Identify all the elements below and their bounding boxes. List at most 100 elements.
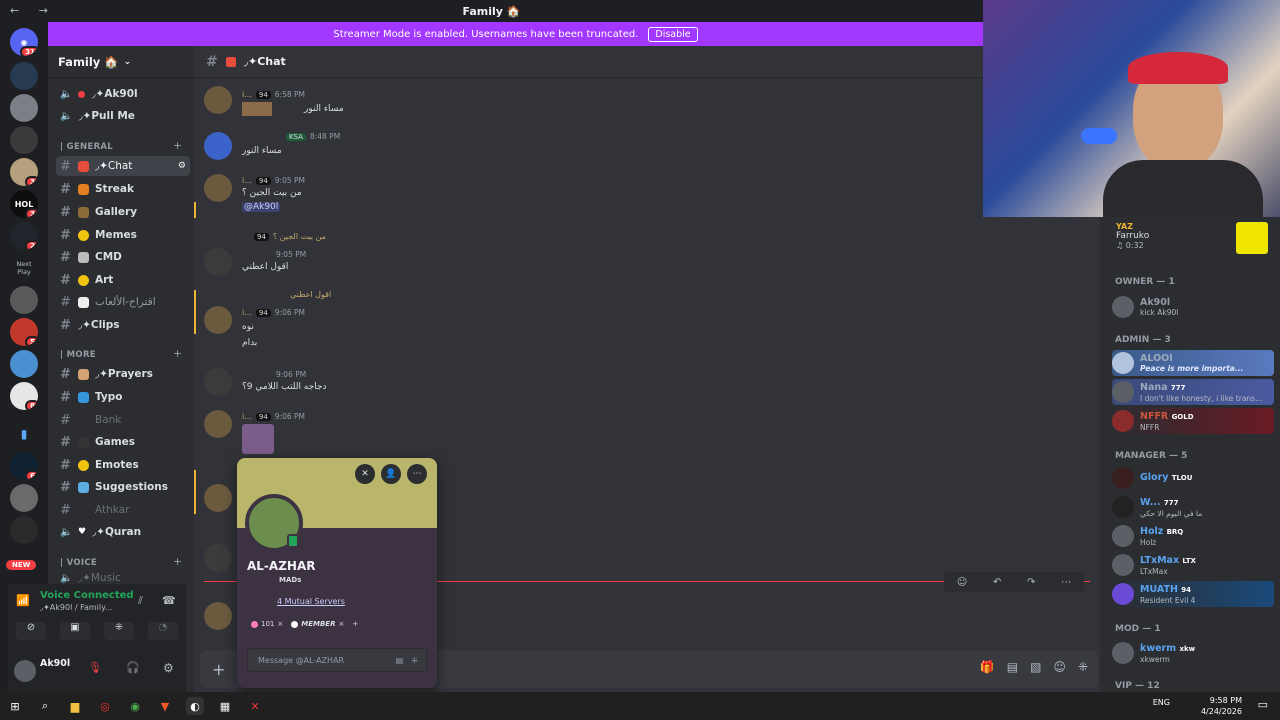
user-mention[interactable]: @Ak90l [242,202,281,212]
discord-taskbar-icon[interactable]: ◐ [186,697,204,715]
add-channel-icon[interactable]: + [173,347,182,360]
server-icon-next-play[interactable]: Next Play [10,254,38,282]
member-item[interactable]: Glory TLOU [1112,465,1274,491]
server-icon[interactable]: HOL 3 [10,190,38,218]
channel-art[interactable]: # Art [56,270,190,290]
more-icon[interactable]: ⋯ [1061,577,1071,588]
server-icon[interactable] [10,484,38,512]
avatar[interactable] [204,368,232,396]
channel-game-suggestions[interactable]: # اقتراح-الألعاب [56,292,190,312]
voice-channel-item[interactable]: 🔈 ◞✦Ak90l [56,84,190,104]
server-icon[interactable] [10,126,38,154]
member-item[interactable]: Ak90l kick Ak90l [1112,294,1274,320]
nav-arrows[interactable]: ← → [10,4,56,17]
apps-icon[interactable]: ⁜ [1078,660,1088,674]
gif-icon[interactable]: ▤ [396,656,404,665]
disable-button[interactable]: Disable [648,26,698,42]
emoji-icon[interactable]: ⁜ [411,656,418,665]
gear-icon[interactable]: ⚙ [163,661,174,675]
server-icon[interactable]: 5 [10,318,38,346]
sticker-image[interactable] [242,102,272,116]
avatar[interactable] [204,410,232,438]
add-friend-icon[interactable]: 👤 [381,464,401,484]
voice-channel-item[interactable]: 🔈 ◞✦Pull Me [56,106,190,126]
avatar[interactable] [14,660,36,682]
avatar[interactable] [204,86,232,114]
category-voice[interactable]: | VOICE [60,558,97,568]
reaction-icon[interactable]: ☺ [957,577,967,588]
channel-bank[interactable]: # Bank [56,410,190,430]
chrome-icon[interactable]: ◉ [126,697,144,715]
mutual-servers-link[interactable]: 4 Mutual Servers [277,597,345,606]
search-icon[interactable]: ⌕ [36,697,54,715]
channel-quran[interactable]: 🔈 ♥ ◞✦Quran [56,522,190,542]
emoji-icon[interactable]: ☺ [1053,660,1066,674]
brave-icon[interactable]: ▼ [156,697,174,715]
gear-icon[interactable]: ⚙ [178,161,186,171]
soundboard-button[interactable]: ◔ [148,622,178,640]
channel-suggestions[interactable]: # Suggestions [56,477,190,497]
avatar[interactable] [204,484,232,512]
member-item[interactable]: Holz BRQ Holz [1112,523,1274,549]
channel-memes[interactable]: # Memes [56,225,190,245]
avatar[interactable] [204,544,232,572]
member-item[interactable]: ALOOI Peace is more importa... [1112,350,1274,376]
app-grid-icon[interactable]: ▦ [216,697,234,715]
add-channel-icon[interactable]: + [173,139,182,152]
channel-emotes[interactable]: # Emotes [56,455,190,475]
server-icon[interactable] [10,350,38,378]
windows-start-icon[interactable]: ⊞ [6,697,24,715]
server-icon-family[interactable]: 3 [10,158,38,186]
remove-role-icon[interactable]: × [338,620,344,628]
channel-clips[interactable]: # ◞✦Clips [56,315,190,335]
message[interactable]: KSA 8:48 PM مساء النور [194,128,1100,164]
now-playing[interactable]: YAZ Farruko ♫ 0:32 [1116,222,1276,258]
message[interactable]: 9:06 PM دجاجه اللتب اللامي 9؟ [194,366,1100,400]
server-icon[interactable]: 6 [10,452,38,480]
server-icon[interactable] [10,516,38,544]
member-item[interactable]: kwerm xkw xkwerm [1112,640,1274,666]
app-icon[interactable]: ✕ [246,697,264,715]
language-indicator[interactable]: ENG [1153,698,1170,707]
home-button[interactable]: ◉ 31 [10,28,38,56]
message[interactable]: 94 من بيت الجين ؟ 9:05 PM اقول اعطني [194,230,1100,276]
forward-icon[interactable]: ↷ [1027,577,1035,588]
message[interactable]: اقول اعطني i... 94 9:06 PM نوه بدام [194,290,1100,352]
message[interactable]: i... 94 9:06 PM [194,408,1100,458]
mute-icon[interactable]: 🎙 [88,661,102,674]
avatar[interactable] [204,174,232,202]
server-icon[interactable]: 8 [10,382,38,410]
avatar[interactable] [204,248,232,276]
avatar[interactable] [204,132,232,160]
noise-suppression-icon[interactable]: ⫽ [138,594,143,608]
category-general[interactable]: | GENERAL [60,142,113,152]
channel-athkar[interactable]: # Athkar [56,500,190,520]
reply-icon[interactable]: ↶ [993,577,1001,588]
channel-prayers[interactable]: # ◞✦Prayers [56,364,190,384]
gif-icon[interactable]: ▤ [1007,660,1018,674]
camera-off-button[interactable]: ⊘ [16,622,46,640]
file-explorer-icon[interactable]: ▆ [66,697,84,715]
member-item[interactable]: NFFR GOLD NFFR [1112,408,1274,434]
more-options-icon[interactable]: ⋯ [407,464,427,484]
app-icon[interactable]: ◎ [96,697,114,715]
member-item[interactable]: Nana 777 I don't like honesty, i like tra… [1112,379,1274,405]
signal-icon[interactable]: 📶 [16,594,30,607]
channel-typo[interactable]: # Typo [56,387,190,407]
guild-header[interactable]: Family 🏠 ⌄ [48,46,194,78]
image-attachment[interactable] [242,424,274,454]
add-attachment-icon[interactable]: + [212,660,225,679]
avatar[interactable] [204,602,232,630]
message[interactable]: i... 94 6:58 PM مساء النور [194,82,1100,122]
server-icon[interactable] [10,286,38,314]
category-more[interactable]: | MORE [60,350,96,360]
message[interactable]: i... 94 9:05 PM من بيت الجين ؟ @Ak90l [194,172,1100,218]
role-chip[interactable]: MEMBER × [291,620,344,628]
notification-icon[interactable]: ▭ [1258,698,1268,711]
member-item[interactable]: MUATH 94 Resident Evil 4 [1112,581,1274,607]
screen-share-button[interactable]: ▣ [60,622,90,640]
channel-chat[interactable]: # ◞✦Chat ⚙ [56,156,190,176]
server-icon[interactable]: 2 [10,222,38,250]
member-item[interactable]: W... 777 ما في اليوم الا حكي [1112,494,1274,520]
voice-channel-music[interactable]: 🔈 ◞✦Music [56,572,190,584]
